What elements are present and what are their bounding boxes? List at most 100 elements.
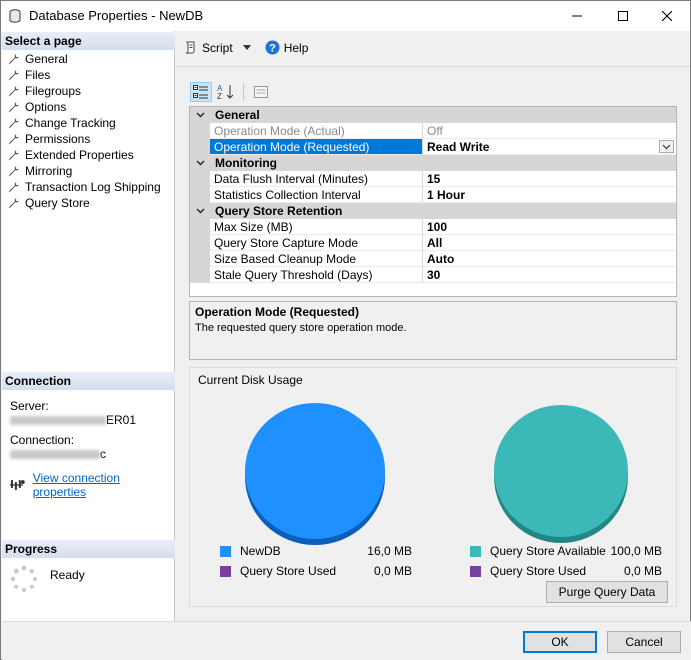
property-value[interactable]: 30 (423, 267, 676, 283)
property-name: Data Flush Interval (Minutes) (210, 171, 423, 187)
legend-swatch (220, 565, 231, 577)
grid-property-row[interactable]: Statistics Collection Interval 1 Hour (190, 187, 676, 203)
chevron-down-icon (196, 160, 204, 166)
cancel-button[interactable]: Cancel (607, 631, 681, 653)
legend-label: Query Store Used (240, 564, 337, 578)
maximize-icon (618, 11, 628, 21)
server-label: Server: (10, 399, 49, 413)
maximize-button[interactable] (600, 1, 646, 31)
grid-gutter (190, 139, 210, 155)
script-icon (185, 41, 195, 53)
query-store-available-pie (494, 405, 628, 543)
legend-value: 100,0 MB (610, 544, 662, 558)
legend-item: NewDB (220, 544, 281, 558)
grid-gutter (190, 171, 210, 187)
grid-category-label: Monitoring (215, 156, 277, 170)
categorized-view-button[interactable] (190, 82, 212, 102)
minimize-icon (572, 15, 582, 17)
property-value-text: All (427, 236, 443, 250)
grid-gutter (190, 251, 210, 267)
minimize-button[interactable] (554, 1, 600, 31)
title-bar[interactable]: Database Properties - NewDB (1, 1, 690, 31)
select-page-header: Select a page (2, 32, 175, 50)
legend-swatch (470, 545, 481, 557)
close-icon (662, 11, 672, 21)
legend-value: 0,0 MB (373, 564, 412, 578)
ok-button[interactable]: OK (523, 631, 597, 653)
close-button[interactable] (644, 1, 690, 31)
connection-value: c (10, 447, 136, 461)
collapse-icon[interactable] (190, 203, 210, 219)
sidebar-item-general[interactable]: General (8, 51, 161, 67)
property-value-text: 100 (427, 220, 448, 234)
property-value[interactable]: 100 (423, 219, 676, 235)
grid-toolbar-divider (243, 83, 244, 101)
grid-category[interactable]: Query Store Retention (190, 203, 676, 219)
sidebar-item-files[interactable]: Files (8, 67, 161, 83)
dialog-button-bar: OK Cancel (2, 621, 691, 660)
sidebar-item-query-store[interactable]: Query Store (8, 195, 161, 211)
grid-property-row[interactable]: Data Flush Interval (Minutes) 15 (190, 171, 676, 187)
wrench-icon (8, 133, 20, 145)
property-pages-button[interactable] (250, 82, 272, 102)
connection-info: Server: ER01 Connection: c (10, 399, 136, 461)
sidebar-item-label: Permissions (25, 132, 91, 146)
dropdown-button[interactable] (659, 140, 674, 153)
sidebar-item-options[interactable]: Options (8, 99, 161, 115)
grid-property-row[interactable]: Operation Mode (Requested) Read Write (190, 139, 676, 155)
legend-item: Query Store Used (220, 564, 336, 578)
property-value[interactable]: Auto (423, 251, 676, 267)
property-value[interactable]: Read Write (423, 139, 676, 155)
sidebar-item-change-tracking[interactable]: Change Tracking (8, 115, 161, 131)
sidebar-item-filegroups[interactable]: Filegroups (8, 83, 161, 99)
legend-value: 0,0 MB (623, 564, 662, 578)
sidebar-item-label: Change Tracking (25, 116, 116, 130)
alphabetical-view-button[interactable]: A Z (215, 82, 237, 102)
grid-property-row[interactable]: Size Based Cleanup Mode Auto (190, 251, 676, 267)
purge-query-data-button[interactable]: Purge Query Data (546, 581, 668, 603)
sidebar-item-label: Mirroring (25, 164, 73, 178)
wrench-icon (8, 197, 20, 209)
grid-category[interactable]: Monitoring (190, 155, 676, 171)
sidebar-item-label: Extended Properties (25, 148, 134, 162)
property-name: Statistics Collection Interval (210, 187, 423, 203)
sidebar-item-mirroring[interactable]: Mirroring (8, 163, 161, 179)
database-properties-window: Database Properties - NewDB Select a pag… (0, 0, 691, 660)
sidebar-item-permissions[interactable]: Permissions (8, 131, 161, 147)
grid-category[interactable]: General (190, 107, 676, 123)
script-button[interactable]: Script (184, 41, 251, 55)
grid-toolbar: A Z (190, 82, 272, 102)
view-connection-properties[interactable]: View connection properties (10, 471, 174, 499)
chevron-down-icon (196, 208, 204, 214)
grid-gutter (190, 123, 210, 139)
view-connection-link[interactable]: View connection properties (33, 471, 174, 499)
wrench-icon (8, 101, 20, 113)
sidebar-item-extended-properties[interactable]: Extended Properties (8, 147, 161, 163)
grid-property-row[interactable]: Stale Query Threshold (Days) 30 (190, 267, 676, 283)
sort-az-icon: A Z (217, 84, 234, 100)
collapse-icon[interactable] (190, 155, 210, 171)
wrench-icon (8, 181, 20, 193)
grid-property-row[interactable]: Max Size (MB) 100 (190, 219, 676, 235)
help-button[interactable]: ? Help (265, 40, 309, 55)
grid-property-row[interactable]: Operation Mode (Actual) Off (190, 123, 676, 139)
wrench-icon (8, 117, 20, 129)
description-text: The requested query store operation mode… (195, 322, 407, 334)
sidebar-item-transaction-log-shipping[interactable]: Transaction Log Shipping (8, 179, 161, 195)
description-title: Operation Mode (Requested) (195, 305, 360, 319)
grid-gutter (190, 219, 210, 235)
server-value-visible: ER01 (106, 413, 137, 427)
progress-spinner-icon (10, 565, 37, 592)
toolbar-divider (176, 66, 690, 67)
progress-status-text: Ready (50, 568, 85, 582)
property-value[interactable]: 15 (423, 171, 676, 187)
toolbar: Script ? Help (184, 40, 308, 55)
help-label: Help (283, 40, 309, 55)
categorized-icon (193, 85, 208, 99)
property-value[interactable]: All (423, 235, 676, 251)
collapse-icon[interactable] (190, 107, 210, 123)
grid-gutter (190, 235, 210, 251)
property-value[interactable]: 1 Hour (423, 187, 676, 203)
grid-property-row[interactable]: Query Store Capture Mode All (190, 235, 676, 251)
progress-status: Ready (10, 565, 85, 593)
